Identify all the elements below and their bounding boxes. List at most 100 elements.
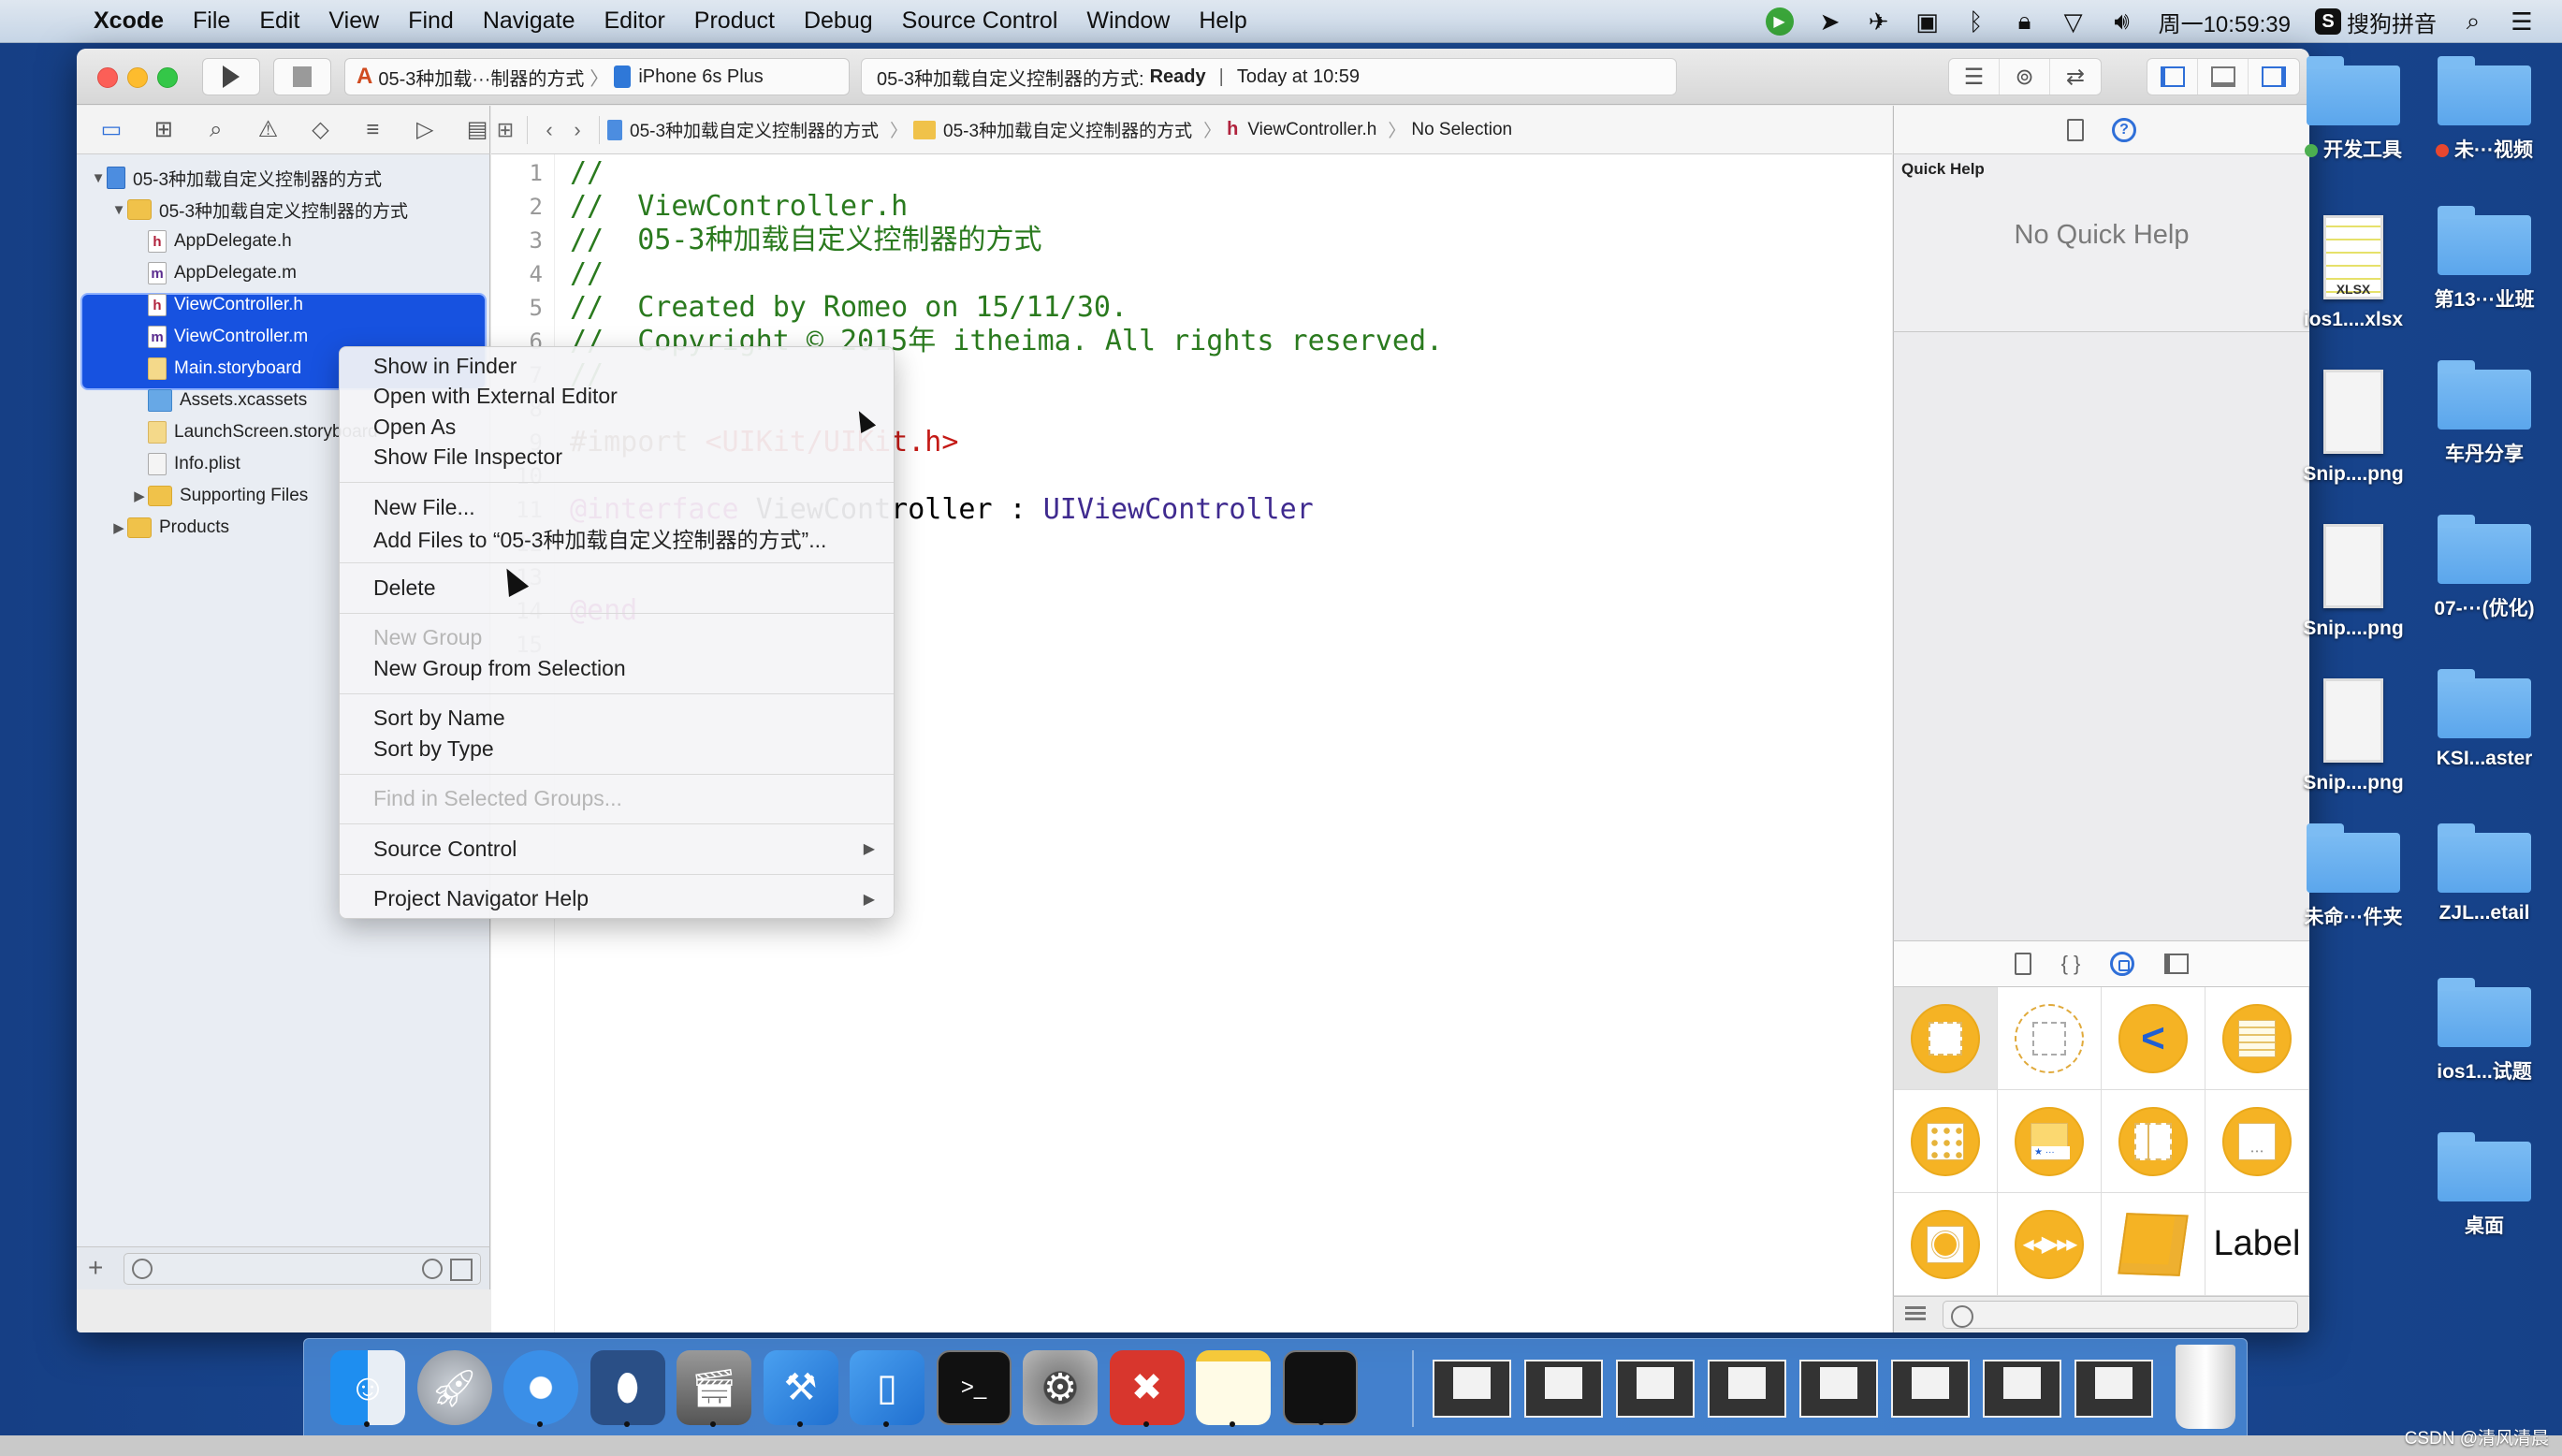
tree-item[interactable]: ▼ 05-3种加载自定义控制器的方式 xyxy=(77,194,489,226)
minimized-window[interactable] xyxy=(1983,1360,2061,1418)
minimized-window[interactable] xyxy=(2074,1360,2153,1418)
menu-edit[interactable]: Edit xyxy=(259,7,299,35)
standard-editor-icon[interactable]: ☰ xyxy=(1949,59,2000,95)
menu-debug[interactable]: Debug xyxy=(804,7,873,35)
test-navigator-icon[interactable]: ◇ xyxy=(309,116,333,143)
desktop-icon[interactable]: 07-···(优化) xyxy=(2422,515,2547,621)
desktop-icon[interactable]: XLSX ios1....xlsx xyxy=(2291,215,2416,331)
dock-app-system-preferences[interactable]: ⚙ xyxy=(1023,1350,1098,1425)
source-control-filter-icon[interactable] xyxy=(450,1259,473,1281)
desktop-icon[interactable]: Snip....png xyxy=(2291,678,2416,794)
assistant-editor-icon[interactable]: ⊚ xyxy=(2000,59,2050,95)
breadcrumb-file[interactable]: h ViewController.h xyxy=(1227,119,1376,140)
desktop-icon[interactable]: 第13···业班 xyxy=(2422,206,2547,313)
trash-icon[interactable] xyxy=(2176,1345,2235,1429)
version-editor-icon[interactable]: ⇄ xyxy=(2050,59,2101,95)
screen-recorder-icon[interactable]: ▶ xyxy=(1765,7,1794,36)
desktop-icon[interactable]: ios1...试题 xyxy=(2422,978,2547,1085)
menu-app-name[interactable]: Xcode xyxy=(94,7,164,35)
library-item-navigation-controller[interactable]: < xyxy=(2102,987,2205,1090)
context-menu-item[interactable]: Show in Finder xyxy=(340,351,894,382)
dock-app-safari[interactable]: ⌖ xyxy=(503,1350,578,1427)
dock-app-console[interactable] xyxy=(1282,1350,1358,1425)
library-item-label[interactable]: Label xyxy=(2205,1193,2309,1296)
menubar-clock[interactable]: 周一10:59:39 xyxy=(2159,6,2291,38)
issue-navigator-icon[interactable]: ⚠ xyxy=(256,116,281,143)
menu-view[interactable]: View xyxy=(328,7,379,35)
minimized-window[interactable] xyxy=(1891,1360,1970,1418)
context-menu-item[interactable]: Sort by Type xyxy=(340,734,894,764)
menu-navigate[interactable]: Navigate xyxy=(483,7,575,35)
media-library-icon[interactable] xyxy=(2164,954,2190,974)
library-item-table-view-controller[interactable] xyxy=(2205,987,2309,1090)
desktop-icon[interactable]: Snip....png xyxy=(2291,524,2416,640)
volume-icon[interactable]: 🔊︎ xyxy=(2110,7,2134,36)
desktop-icon[interactable]: 未···视频 xyxy=(2422,56,2547,163)
tree-item[interactable]: h ViewController.h xyxy=(77,289,489,321)
dock-app-notes[interactable] xyxy=(1196,1350,1271,1427)
minimized-window[interactable] xyxy=(1708,1360,1786,1418)
tree-item[interactable]: ▼ 05-3种加载自定义控制器的方式 xyxy=(77,162,489,194)
back-icon[interactable]: ‹ xyxy=(535,118,563,142)
file-inspector-icon[interactable] xyxy=(2067,118,2084,141)
wifi-icon[interactable]: ▽ xyxy=(2061,7,2086,36)
close-window-button[interactable] xyxy=(97,67,118,88)
context-menu-item[interactable]: New File... xyxy=(340,492,894,523)
context-menu-item[interactable]: Add Files to “05-3种加载自定义控制器的方式”... xyxy=(340,523,894,554)
tree-item[interactable]: m AppDelegate.m xyxy=(77,257,489,289)
disclosure-open-icon[interactable]: ▼ xyxy=(110,202,127,218)
input-method[interactable]: S 搜狗拼音 xyxy=(2315,6,2437,38)
code-snippet-icon[interactable]: { } xyxy=(2061,952,2081,976)
desktop-icon[interactable]: 桌面 xyxy=(2422,1132,2547,1239)
desktop-icon[interactable]: 未命···件夹 xyxy=(2291,823,2416,930)
symbol-navigator-icon[interactable]: ⊞ xyxy=(152,116,176,143)
spotlight-search-icon[interactable]: ⌕ xyxy=(2461,7,2485,36)
related-items-icon[interactable]: ⊞ xyxy=(491,118,519,142)
breadcrumb-symbol[interactable]: No Selection xyxy=(1411,120,1512,140)
library-item-collection-view-controller[interactable] xyxy=(1894,1090,1998,1193)
add-file-button[interactable]: + xyxy=(88,1253,103,1283)
library-item-view-controller[interactable] xyxy=(1894,987,1998,1090)
library-item-object[interactable] xyxy=(2102,1193,2205,1296)
navigator-filter-input[interactable] xyxy=(124,1253,481,1285)
context-menu-item[interactable]: New Group from Selection xyxy=(340,653,894,684)
list-view-icon[interactable] xyxy=(1905,1306,1926,1323)
destination-device[interactable]: iPhone 6s Plus xyxy=(638,66,763,88)
library-item-avkit-player-view-controller[interactable]: ◂◂▶▸▸ xyxy=(1998,1193,2102,1296)
location-icon[interactable]: ➤ xyxy=(1818,7,1842,36)
library-item-glkit-view-controller[interactable] xyxy=(1894,1193,1998,1296)
library-item-page-view-controller[interactable] xyxy=(2205,1090,2309,1193)
context-menu-item[interactable]: Open with External Editor xyxy=(340,382,894,413)
toggle-debug-area-button[interactable] xyxy=(2198,59,2249,95)
desktop-icon[interactable]: KSI...aster xyxy=(2422,669,2547,770)
lock-icon[interactable]: 🔒︎ xyxy=(2013,7,2037,36)
object-library-icon[interactable] xyxy=(2110,952,2135,976)
disclosure-closed-icon[interactable]: ▶ xyxy=(131,488,148,504)
dock-app-finder[interactable]: ☺ xyxy=(330,1350,405,1427)
notification-center-icon[interactable]: ☰ xyxy=(2510,7,2534,36)
menu-file[interactable]: File xyxy=(193,7,230,35)
apple-menu-icon[interactable] xyxy=(36,7,62,36)
debug-navigator-icon[interactable]: ≡ xyxy=(360,117,385,143)
dock-app-xmind[interactable]: ✖ xyxy=(1109,1350,1185,1427)
minimized-window[interactable] xyxy=(1524,1360,1603,1418)
dock-app-terminal[interactable]: >_ xyxy=(936,1350,1012,1425)
breadcrumb-project[interactable]: 05-3种加载自定义控制器的方式 xyxy=(607,117,879,142)
menu-window[interactable]: Window xyxy=(1086,7,1170,35)
dock-app-video-player[interactable]: 🎬︎ xyxy=(677,1350,751,1427)
desktop-icon[interactable]: Snip....png xyxy=(2291,370,2416,486)
minimized-window[interactable] xyxy=(1433,1360,1511,1418)
minimized-window[interactable] xyxy=(1799,1360,1878,1418)
minimized-window[interactable] xyxy=(1616,1360,1695,1418)
library-item-storyboard-reference[interactable] xyxy=(1998,987,2102,1090)
dock-app-simulator[interactable]: ▯ xyxy=(850,1350,924,1427)
project-navigator-icon[interactable]: ▭ xyxy=(99,116,124,143)
recent-files-icon[interactable] xyxy=(422,1259,443,1279)
context-menu-item[interactable]: Project Navigator Help ▶ xyxy=(340,884,894,915)
dock-app-mouse-app[interactable]: ⬮ xyxy=(590,1350,665,1427)
bluetooth-icon[interactable]: ᛒ xyxy=(1964,7,1988,36)
toggle-navigator-button[interactable] xyxy=(2147,59,2198,95)
menu-find[interactable]: Find xyxy=(408,7,454,35)
disclosure-closed-icon[interactable]: ▶ xyxy=(110,519,127,536)
scheme-selector[interactable]: A 05-3种加载···制器的方式 〉 iPhone 6s Plus xyxy=(344,58,850,95)
